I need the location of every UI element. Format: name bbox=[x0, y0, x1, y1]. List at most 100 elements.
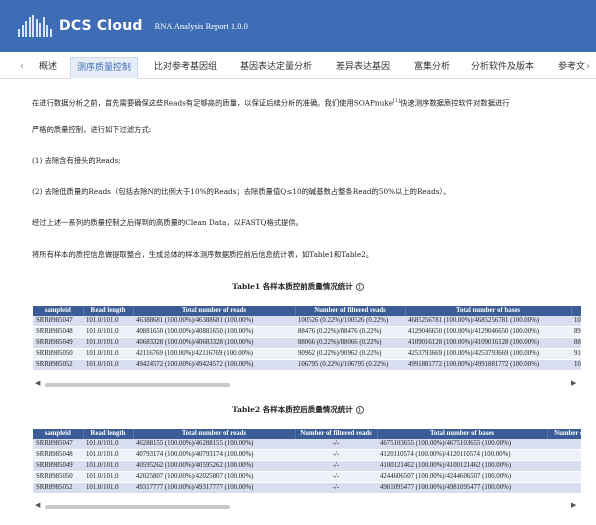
scroll-thumb[interactable] bbox=[45, 505, 230, 509]
table-cell: -/- bbox=[547, 439, 581, 450]
table-row: SRR8985048 101.0/101.0 40793174 (100.00%)/… bbox=[33, 449, 581, 461]
table-cell: 4120110574 (100.00%)/4120110574 (100.00%… bbox=[377, 449, 547, 461]
column-header: Read length bbox=[83, 306, 134, 316]
table1: sampleid Read length Total number of reads… bbox=[33, 306, 581, 371]
column-header: Read length bbox=[83, 429, 134, 439]
table-cell: -/- bbox=[295, 449, 377, 461]
table-cell: 101.0/101.0 bbox=[83, 359, 133, 371]
table-cell: SRR8985048 bbox=[33, 449, 83, 461]
table-cell: 101.0/101.0 bbox=[83, 316, 133, 327]
column-header: Total number of reads bbox=[133, 306, 296, 316]
table-cell: 4253793669 (100.00%)/4253793669 (100.00%… bbox=[405, 348, 571, 360]
table-cell: 88066 (0.22%)/88066 (0.22%) bbox=[295, 337, 405, 349]
table-cell: -/- bbox=[295, 471, 377, 483]
table-cell: 4675103655 (100.00%)/4675103655 (100.00%… bbox=[377, 439, 547, 450]
table-cell: 8936076 (0.22% bbox=[571, 326, 581, 338]
table-cell: 8894666 (0.22% bbox=[571, 337, 581, 349]
intro-paragraph: 在进行数据分析之前，首先需要确保这些Reads有足够高的质量，以保证后续分析的准… bbox=[32, 98, 510, 108]
table-row: SRR8985050 101.0/101.0 42025807 (100.00%)/… bbox=[33, 471, 581, 483]
table-cell: -/- bbox=[295, 482, 377, 494]
tab-scroll-left-icon[interactable]: ‹ bbox=[20, 61, 24, 72]
filter-rule-1: (1) 去除含有接头的Reads; bbox=[32, 156, 121, 165]
column-header: Number of filtered reads bbox=[295, 306, 406, 316]
table-cell: SRR8985048 bbox=[33, 326, 83, 338]
table-cell: 46288155 (100.00%)/46288155 (100.00%) bbox=[133, 439, 295, 450]
table-row: SRR8985047 101.0/101.0 46388681 (100.00%)/… bbox=[33, 316, 581, 327]
table-cell: 101.0/101.0 bbox=[83, 471, 133, 483]
tab-2[interactable]: 比对参考基因组 bbox=[148, 57, 223, 79]
tab-0[interactable]: 概述 bbox=[33, 57, 63, 79]
top-bar: DCS Cloud RNA Analysis Report 1.0.0 bbox=[0, 0, 596, 52]
section-tabs: ‹ 概述 测序质量控制 比对参考基因组 基因表达定量分析 差异表达基因 富集分析 分析软件及… bbox=[0, 57, 596, 79]
table2-scrollbar[interactable]: ◀ ▶ bbox=[33, 501, 581, 511]
tab-3[interactable]: 基因表达定量分析 bbox=[234, 57, 318, 79]
table-cell: -/- bbox=[547, 460, 581, 472]
table-cell: 42116769 (100.00%)/42116769 (100.00%) bbox=[133, 348, 295, 360]
table-cell: 46388681 (100.00%)/46388681 (100.00%) bbox=[133, 316, 295, 327]
table-cell: 4129046650 (100.00%)/4129046650 (100.00%… bbox=[405, 326, 571, 338]
tab-4[interactable]: 差异表达基因 bbox=[330, 57, 396, 79]
column-header: sampleid bbox=[33, 306, 84, 316]
table1-title: Table1 各样本质控前质量情况统计 i bbox=[0, 281, 596, 292]
tab-6[interactable]: 分析软件及版本 bbox=[465, 57, 540, 79]
column-header: Total number of reads bbox=[133, 429, 296, 439]
table-cell: SRR8985049 bbox=[33, 337, 83, 349]
table-cell: 42025807 (100.00%)/42025807 (100.00%) bbox=[133, 471, 295, 483]
dcs-logo-icon bbox=[18, 15, 53, 37]
table-cell: 101.0/101.0 bbox=[83, 460, 133, 472]
table-cell: 101.0/101.0 bbox=[83, 439, 133, 450]
table1-scrollbar[interactable]: ◀ ▶ bbox=[33, 379, 581, 389]
clean-data-note: 经过上述一系列的质量控制之后得到的高质量的Clean Data，以FASTQ格式… bbox=[32, 218, 303, 227]
table-cell: 90962 (0.22%)/90962 (0.22%) bbox=[295, 348, 405, 360]
table-cell: 101.0/101.0 bbox=[83, 449, 133, 461]
table-row: SRR8985049 101.0/101.0 40683328 (100.00%)/… bbox=[33, 337, 581, 349]
table-cell: -/- bbox=[295, 460, 377, 472]
scroll-left-icon[interactable]: ◀ bbox=[35, 379, 40, 387]
scroll-left-icon[interactable]: ◀ bbox=[35, 501, 40, 509]
table-cell: 4991881772 (100.00%)/4991881772 (100.00%… bbox=[405, 359, 571, 371]
table-cell: 101.0/101.0 bbox=[83, 348, 133, 360]
tab-scroll-right-icon[interactable]: › bbox=[586, 61, 590, 72]
brand-name: DCS Cloud bbox=[59, 18, 143, 34]
table-cell: SRR8985047 bbox=[33, 439, 83, 450]
table-cell: 40793174 (100.00%)/40793174 (100.00%) bbox=[133, 449, 295, 461]
table-cell: 9187162 (0.22% bbox=[571, 348, 581, 360]
table2-title: Table2 各样本质控后质量情况统计 i bbox=[0, 404, 596, 415]
table-cell: 88476 (0.22%)/88476 (0.22%) bbox=[295, 326, 405, 338]
intro-paragraph-cont: 严格的质量控制，进行如下过滤方式: bbox=[32, 125, 152, 134]
table2-container: sampleid Read length Total number of reads… bbox=[33, 429, 581, 494]
table-cell: 49424572 (100.00%)/49424572 (100.00%) bbox=[133, 359, 295, 371]
table-row: SRR8985047 101.0/101.0 46288155 (100.00%)/… bbox=[33, 439, 581, 450]
tab-5[interactable]: 富集分析 bbox=[408, 57, 456, 79]
table-cell: 106795 (0.22%)/106795 (0.22%) bbox=[295, 359, 405, 371]
scroll-thumb[interactable] bbox=[45, 383, 230, 387]
column-header: Total number of bases bbox=[405, 306, 572, 316]
table-cell: 4100121462 (100.00%)/4100121462 (100.00%… bbox=[377, 460, 547, 472]
scroll-right-icon[interactable]: ▶ bbox=[571, 379, 576, 387]
table-cell: SRR8985052 bbox=[33, 482, 83, 494]
table-intro: 将所有样本的质控信息做提取整合，生成总体的样本测序数据质控前后信息统计表，如Ta… bbox=[32, 250, 374, 259]
table-cell: 40595262 (100.00%)/40595262 (100.00%) bbox=[133, 460, 295, 472]
info-icon[interactable]: i bbox=[355, 406, 364, 414]
table2: sampleid Read length Total number of reads… bbox=[33, 429, 581, 494]
table-cell: 101.0/101.0 bbox=[83, 482, 133, 494]
table-cell: 4109016128 (100.00%)/4109016128 (100.00%… bbox=[405, 337, 571, 349]
table-cell: SRR8985047 bbox=[33, 316, 83, 327]
table-cell: -/- bbox=[295, 439, 377, 450]
column-header: Number of filtered reads bbox=[295, 429, 378, 439]
column-header: sampleid bbox=[33, 429, 84, 439]
table-cell: 101.0/101.0 bbox=[83, 337, 133, 349]
table-cell: 100526 (0.22%)/100526 (0.22%) bbox=[295, 316, 405, 327]
table-cell: SRR8985050 bbox=[33, 471, 83, 483]
filter-rule-2: (2) 去除低质量的Reads（包括去除N的比例大于10%的Reads；去除质量… bbox=[32, 187, 451, 196]
scroll-right-icon[interactable]: ▶ bbox=[571, 501, 576, 509]
table1-container: sampleid Read length Total number of reads… bbox=[33, 306, 581, 371]
info-icon[interactable]: i bbox=[355, 283, 364, 291]
table-row: SRR8985049 101.0/101.0 40595262 (100.00%)/… bbox=[33, 460, 581, 472]
table-cell: SRR8985049 bbox=[33, 460, 83, 472]
table-cell: 4981095477 (100.00%)/4981095477 (100.00%… bbox=[377, 482, 547, 494]
tab-1[interactable]: 测序质量控制 bbox=[70, 57, 139, 79]
column-header: Total number of bases bbox=[377, 429, 548, 439]
table-row: SRR8985050 101.0/101.0 42116769 (100.00%)/… bbox=[33, 348, 581, 360]
table-row: SRR8985052 101.0/101.0 49424572 (100.00%)/… bbox=[33, 359, 581, 371]
